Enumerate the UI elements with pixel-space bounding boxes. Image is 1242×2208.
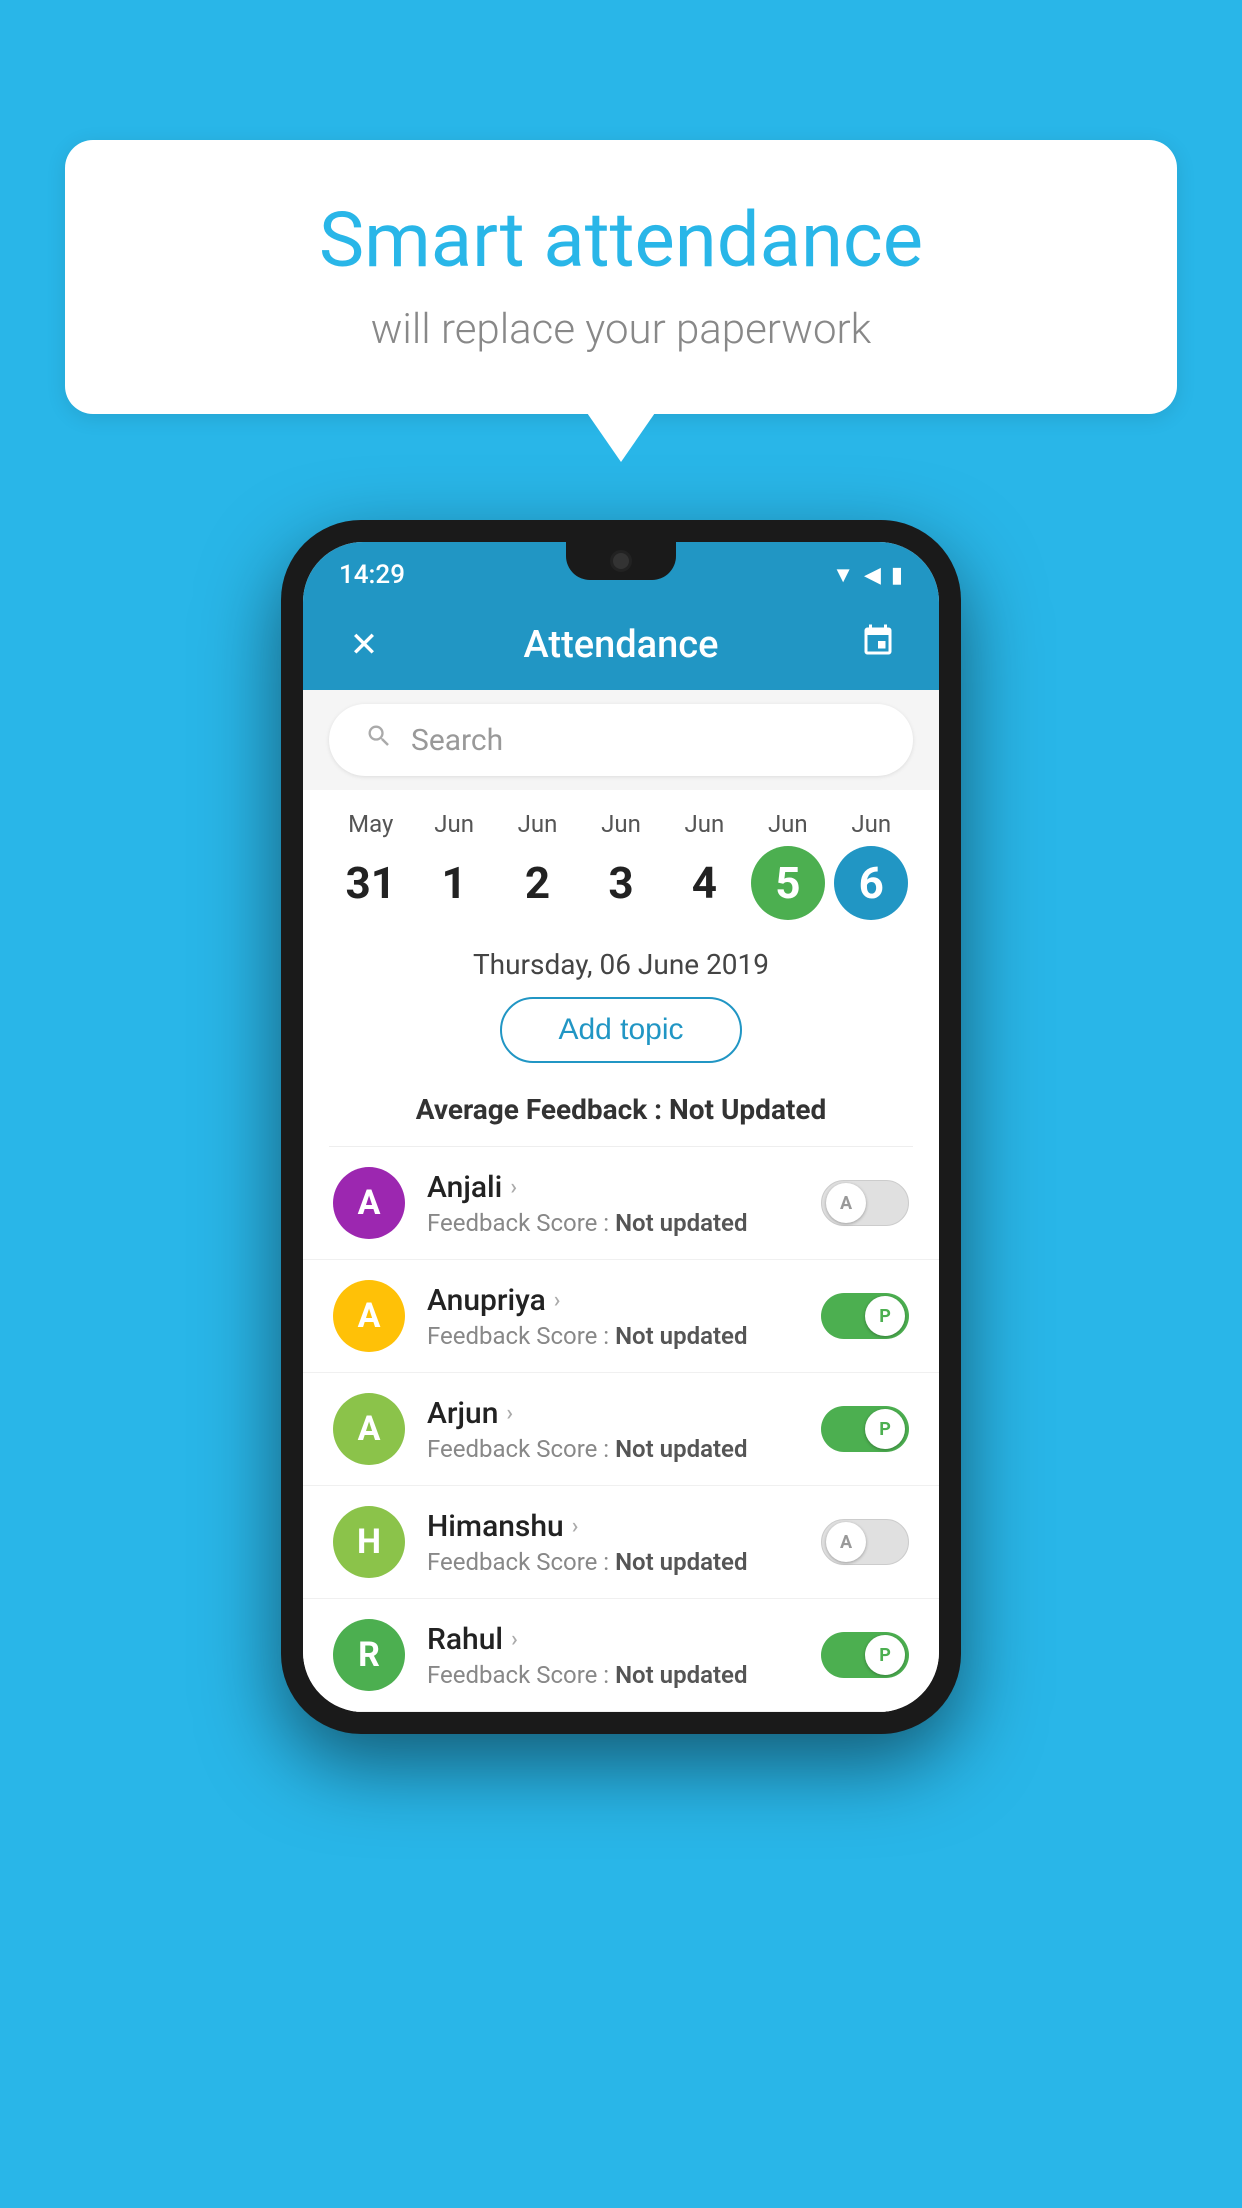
attendance-toggle-4[interactable]: P (821, 1632, 909, 1678)
student-feedback-4: Feedback Score : Not updated (427, 1661, 799, 1689)
student-item-1[interactable]: A Anupriya › Feedback Score : Not updated P (303, 1260, 939, 1373)
student-item-3[interactable]: H Himanshu › Feedback Score : Not updated A (303, 1486, 939, 1599)
cal-month-4: Jun (685, 810, 725, 838)
chevron-icon: › (572, 1514, 579, 1539)
cal-date-1: 1 (417, 846, 491, 920)
app-bar-title: Attendance (389, 623, 853, 667)
student-info-1: Anupriya › Feedback Score : Not updated (427, 1283, 799, 1350)
student-name-4: Rahul › (427, 1622, 799, 1657)
student-name-1: Anupriya › (427, 1283, 799, 1318)
cal-date-2: 2 (501, 846, 575, 920)
student-name-3: Himanshu › (427, 1509, 799, 1544)
phone-screen: 14:29 ▼ ◀ ▮ ✕ Attendance (303, 542, 939, 1712)
student-list: AAnjali ›Feedback Score : Not updatedAAA… (303, 1147, 939, 1712)
calendar-icon[interactable] (853, 623, 903, 668)
close-icon[interactable]: ✕ (339, 625, 389, 665)
student-feedback-3: Feedback Score : Not updated (427, 1548, 799, 1576)
student-name-2: Arjun › (427, 1396, 799, 1431)
search-placeholder: Search (411, 723, 503, 758)
search-icon (365, 722, 393, 758)
attendance-toggle-3[interactable]: A (821, 1519, 909, 1565)
wifi-icon: ▼ (832, 562, 854, 588)
student-item-0[interactable]: A Anjali › Feedback Score : Not updated A (303, 1147, 939, 1260)
status-time: 14:29 (339, 560, 405, 590)
student-info-2: Arjun › Feedback Score : Not updated (427, 1396, 799, 1463)
calendar-day-1[interactable]: Jun 1 (415, 810, 493, 920)
student-avatar-4: R (333, 1619, 405, 1691)
phone-camera (610, 550, 632, 572)
cal-date-4: 4 (667, 846, 741, 920)
speech-bubble: Smart attendance will replace your paper… (65, 140, 1177, 414)
cal-date-6: 6 (834, 846, 908, 920)
student-feedback-0: Feedback Score : Not updated (427, 1209, 799, 1237)
phone-notch (566, 542, 676, 580)
speech-bubble-subtitle: will replace your paperwork (125, 305, 1117, 354)
chevron-icon: › (511, 1627, 518, 1652)
student-info-0: Anjali › Feedback Score : Not updated (427, 1170, 799, 1237)
student-avatar-2: A (333, 1393, 405, 1465)
status-icons: ▼ ◀ ▮ (832, 562, 903, 588)
cal-date-5: 5 (751, 846, 825, 920)
cal-date-3: 3 (584, 846, 658, 920)
attendance-toggle-0[interactable]: A (821, 1180, 909, 1226)
calendar-day-5[interactable]: Jun 5 (749, 810, 827, 920)
average-feedback: Average Feedback : Not Updated (303, 1081, 939, 1146)
phone-container: 14:29 ▼ ◀ ▮ ✕ Attendance (281, 520, 961, 1734)
attendance-toggle-2[interactable]: P (821, 1406, 909, 1452)
student-item-4[interactable]: R Rahul › Feedback Score : Not updated P (303, 1599, 939, 1712)
signal-icon: ◀ (864, 563, 881, 588)
search-container: Search (303, 690, 939, 790)
chevron-icon: › (506, 1401, 513, 1426)
chevron-icon: › (554, 1288, 561, 1313)
calendar-day-3[interactable]: Jun 3 (582, 810, 660, 920)
battery-icon: ▮ (891, 563, 903, 588)
cal-month-1: Jun (434, 810, 474, 838)
calendar-day-4[interactable]: Jun 4 (665, 810, 743, 920)
add-topic-button[interactable]: Add topic (500, 997, 741, 1063)
average-feedback-value: Not Updated (669, 1093, 826, 1126)
app-bar: ✕ Attendance (303, 600, 939, 690)
calendar-day-2[interactable]: Jun 2 (499, 810, 577, 920)
cal-month-2: Jun (518, 810, 558, 838)
student-name-0: Anjali › (427, 1170, 799, 1205)
average-feedback-label: Average Feedback : (416, 1093, 662, 1126)
cal-date-0: 31 (334, 846, 408, 920)
speech-bubble-title: Smart attendance (125, 195, 1117, 285)
phone-outer: 14:29 ▼ ◀ ▮ ✕ Attendance (281, 520, 961, 1734)
student-info-3: Himanshu › Feedback Score : Not updated (427, 1509, 799, 1576)
student-avatar-0: A (333, 1167, 405, 1239)
attendance-toggle-1[interactable]: P (821, 1293, 909, 1339)
calendar-day-6[interactable]: Jun 6 (832, 810, 910, 920)
chevron-icon: › (510, 1175, 517, 1200)
calendar-strip: May 31 Jun 1 Jun 2 Jun 3 Jun 4 Jun 5 Jun 6 (303, 790, 939, 930)
search-box[interactable]: Search (329, 704, 913, 776)
cal-month-5: Jun (768, 810, 808, 838)
student-item-2[interactable]: A Arjun › Feedback Score : Not updated P (303, 1373, 939, 1486)
calendar-day-0[interactable]: May 31 (332, 810, 410, 920)
student-avatar-3: H (333, 1506, 405, 1578)
add-topic-container: Add topic (303, 987, 939, 1081)
date-label: Thursday, 06 June 2019 (303, 930, 939, 987)
cal-month-3: Jun (601, 810, 641, 838)
student-feedback-1: Feedback Score : Not updated (427, 1322, 799, 1350)
student-info-4: Rahul › Feedback Score : Not updated (427, 1622, 799, 1689)
student-feedback-2: Feedback Score : Not updated (427, 1435, 799, 1463)
speech-bubble-container: Smart attendance will replace your paper… (65, 140, 1177, 414)
cal-month-0: May (348, 810, 393, 838)
student-avatar-1: A (333, 1280, 405, 1352)
cal-month-6: Jun (851, 810, 891, 838)
